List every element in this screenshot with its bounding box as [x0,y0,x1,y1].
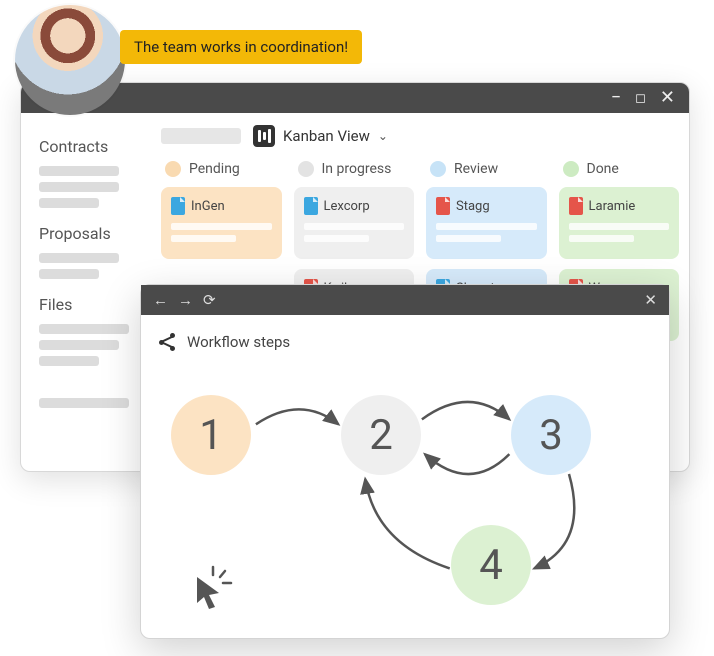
step-1[interactable]: 1 [171,395,251,475]
sidebar-item[interactable] [39,253,119,263]
close-icon[interactable]: ✕ [644,291,657,309]
forward-icon[interactable]: → [178,291,193,309]
sidebar-item[interactable] [39,269,99,279]
doc-icon [569,197,583,215]
sidebar-item[interactable] [39,356,99,366]
card-line [171,235,236,242]
speech-bubble: The team works in coordination! [120,30,362,64]
overlay-body: Workflow steps 1 2 3 4 [141,315,669,638]
status-dot [165,161,181,177]
card-line [304,235,369,242]
card-line [569,235,634,242]
card-line [304,223,405,230]
status-dot [563,161,579,177]
sidebar-section-files[interactable]: Files [39,295,137,314]
doc-icon [436,197,450,215]
doc-icon [171,197,185,215]
doc-icon [304,197,318,215]
step-4[interactable]: 4 [451,525,531,605]
card-line [569,223,670,230]
card-line [436,235,501,242]
workflow-title-row: Workflow steps [159,333,651,351]
close-icon[interactable]: ✕ [660,89,675,107]
column-header: In progress [294,161,415,177]
minimize-icon[interactable]: − [611,89,621,107]
sidebar-section-contracts[interactable]: Contracts [39,137,137,156]
card-line [436,223,537,230]
sidebar: Contracts Proposals Files [21,113,151,471]
column-label: In progress [322,161,392,177]
sidebar-section-proposals[interactable]: Proposals [39,224,137,243]
view-selector[interactable]: Kanban View ⌄ [253,125,388,147]
chevron-down-icon: ⌄ [378,129,388,143]
column-header: Review [426,161,547,177]
window-titlebar: − ◻ ✕ [21,83,689,113]
card-line [171,223,272,230]
sidebar-item[interactable] [39,398,129,408]
card-stagg[interactable]: Stagg [426,187,547,259]
workflow-window: ← → ⟳ ✕ Workflow steps 1 2 3 4 [140,284,670,639]
status-dot [298,161,314,177]
back-icon[interactable]: ← [153,291,168,309]
sidebar-item[interactable] [39,198,99,208]
workflow-title: Workflow steps [187,333,290,351]
column-label: Pending [189,161,240,177]
avatar [15,5,125,115]
sidebar-item[interactable] [39,166,119,176]
card-title: Laramie [589,199,636,214]
step-3[interactable]: 3 [511,395,591,475]
card-laramie[interactable]: Laramie [559,187,680,259]
view-label: Kanban View [283,127,370,145]
cursor-icon [191,565,237,611]
card-title: InGen [191,199,225,214]
sidebar-item[interactable] [39,340,119,350]
sidebar-item[interactable] [39,182,119,192]
card-title: Lexcorp [324,199,370,214]
status-dot [430,161,446,177]
reload-icon[interactable]: ⟳ [203,291,216,309]
card-ingen[interactable]: InGen [161,187,282,259]
column-header: Done [559,161,680,177]
toolbar: Kanban View ⌄ [161,125,679,147]
card-title: Stagg [456,199,490,214]
toolbar-placeholder [161,128,241,144]
workflow-icon [159,333,177,351]
column-label: Done [587,161,619,177]
maximize-icon[interactable]: ◻ [635,92,646,105]
card-lexcorp[interactable]: Lexcorp [294,187,415,259]
column-label: Review [454,161,498,177]
column-header: Pending [161,161,282,177]
kanban-icon [253,125,275,147]
step-2[interactable]: 2 [341,395,421,475]
sidebar-item[interactable] [39,324,129,334]
overlay-titlebar: ← → ⟳ ✕ [141,285,669,315]
